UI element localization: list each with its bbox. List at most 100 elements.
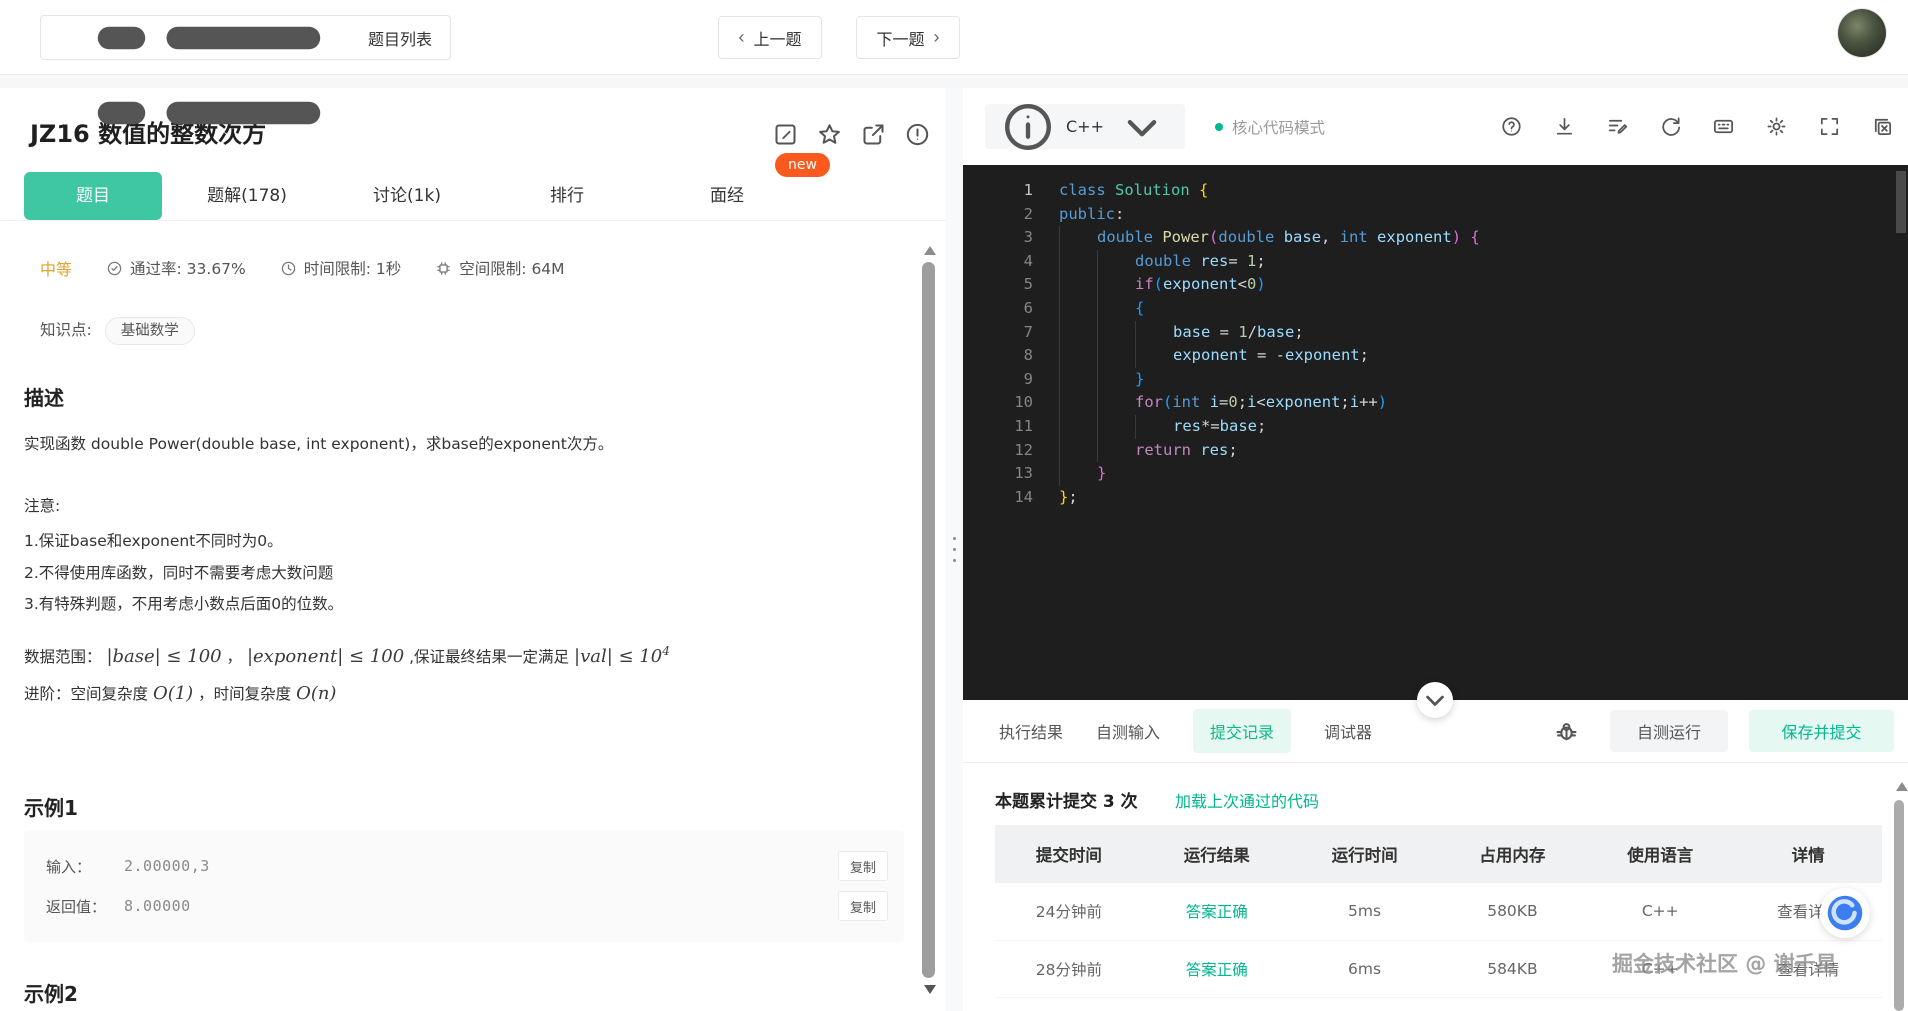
code-line-2: 2public: xyxy=(963,203,1908,227)
watermark-text: 掘金技术社区 @ 谢千星 xyxy=(1612,948,1837,978)
code-token: i xyxy=(1247,391,1256,415)
code-line-9: 9} xyxy=(963,368,1908,392)
collapse-editor-button[interactable] xyxy=(1417,682,1453,718)
math-text: O(n) xyxy=(296,683,336,704)
fullscreen-icon[interactable] xyxy=(1818,115,1841,138)
knowledge-tag[interactable]: 基础数学 xyxy=(105,317,195,345)
save-and-submit-button[interactable]: 保存并提交 xyxy=(1749,710,1894,752)
math-text: 4 xyxy=(662,646,670,667)
share-icon[interactable] xyxy=(860,121,887,148)
problem-panel: JZ16 数值的整数次方 new 题目题解(178)讨论(1k)排行面经 中等 … xyxy=(0,88,946,1011)
problem-tab-4[interactable]: 面经 xyxy=(652,172,802,220)
code-line-5: 5if(exponent<0) xyxy=(963,273,1908,297)
code-token: } xyxy=(1097,462,1106,486)
assistant-logo-button[interactable] xyxy=(1820,888,1870,938)
indent-guide xyxy=(1097,391,1135,415)
language-select[interactable]: C++ xyxy=(985,104,1185,149)
code-token: exponent xyxy=(1377,226,1452,250)
shortcut-icon[interactable] xyxy=(1712,115,1735,138)
advance-line: 进阶：空间复杂度 O(1) ，时间复杂度 O(n) xyxy=(24,682,336,704)
edit-icon[interactable] xyxy=(772,121,799,148)
download-icon[interactable] xyxy=(1553,115,1576,138)
console-tab-3[interactable]: 调试器 xyxy=(1324,719,1372,743)
load-last-passed-link[interactable]: 加载上次通过的代码 xyxy=(1175,788,1319,812)
chevron-down-icon xyxy=(1113,98,1171,156)
console-tab-1[interactable]: 自测输入 xyxy=(1096,719,1160,743)
note-heading: 注意: xyxy=(24,494,60,516)
editor-header: C++ 核心代码模式 xyxy=(963,88,1908,165)
help-icon[interactable] xyxy=(1500,115,1523,138)
line-number: 8 xyxy=(963,344,1059,368)
knowledge-label: 知识点: xyxy=(40,318,92,340)
user-avatar[interactable] xyxy=(1838,9,1886,57)
code-editor[interactable]: 1class Solution {2public:3double Power(d… xyxy=(963,165,1908,700)
copy-button[interactable]: 复制 xyxy=(838,891,888,921)
note-item: 2.不得使用库函数，同时不需要考虑大数问题 xyxy=(24,558,343,590)
table-cell: 584KB xyxy=(1438,940,1586,997)
indent-guide xyxy=(1097,415,1135,439)
code-token: double xyxy=(1218,226,1274,250)
line-number: 14 xyxy=(963,486,1059,510)
refresh-icon[interactable] xyxy=(1659,115,1682,138)
code-token: = - xyxy=(1248,344,1285,368)
star-icon[interactable] xyxy=(816,121,843,148)
code-token: res xyxy=(1173,415,1201,439)
app-root: 题目列表 ‹ 上一题 下一题 › JZ16 数值的整数次方 new 题目题解(1… xyxy=(0,0,1908,1011)
code-token: , xyxy=(1321,226,1340,250)
check-circle-icon xyxy=(106,260,123,277)
indent-guide xyxy=(1135,344,1173,368)
problem-tab-3[interactable]: 排行 xyxy=(492,172,642,220)
editor-scrollbar-thumb[interactable] xyxy=(1896,171,1906,233)
records-scrollbar-thumb[interactable] xyxy=(1894,800,1904,1011)
next-problem-button[interactable]: 下一题 › xyxy=(856,16,960,59)
code-token: base xyxy=(1173,321,1210,345)
code-token xyxy=(1368,226,1377,250)
code-token: ; xyxy=(1238,391,1247,415)
code-token: base xyxy=(1284,226,1321,250)
example-row-1: 返回值：8.00000复制 xyxy=(46,886,888,926)
line-number: 11 xyxy=(963,415,1059,439)
note-item: 3.有特殊判题，不用考虑小数点后面0的位数。 xyxy=(24,589,343,621)
code-token: base xyxy=(1220,415,1257,439)
example-row-label: 返回值： xyxy=(46,896,124,917)
code-token: exponent xyxy=(1285,344,1360,368)
code-token xyxy=(1461,226,1470,250)
problem-list-button[interactable]: 题目列表 xyxy=(40,15,451,60)
records-scrollbar-up[interactable] xyxy=(1896,782,1908,791)
panel-resize-handle[interactable] xyxy=(946,88,963,1011)
draft-icon[interactable] xyxy=(1606,115,1629,138)
close-editor-icon[interactable] xyxy=(1871,115,1894,138)
table-cell: 5ms xyxy=(1291,883,1439,940)
left-scrollbar-down[interactable] xyxy=(924,985,936,994)
example-row-0: 输入：2.00000,3复制 xyxy=(46,846,888,886)
code-token: if xyxy=(1135,273,1154,297)
self-test-run-button[interactable]: 自测运行 xyxy=(1610,710,1728,752)
console-tab-2[interactable]: 提交记录 xyxy=(1193,709,1291,753)
left-scrollbar-up[interactable] xyxy=(924,246,936,255)
prev-problem-button[interactable]: ‹ 上一题 xyxy=(718,16,822,59)
code-token: i xyxy=(1210,391,1219,415)
code-token: } xyxy=(1059,486,1068,510)
table-header-cell: 详情 xyxy=(1734,825,1882,883)
left-scrollbar-thumb[interactable] xyxy=(922,262,935,978)
code-token xyxy=(1191,439,1200,463)
settings-icon[interactable] xyxy=(1765,115,1788,138)
code-line-11: 11res*=base; xyxy=(963,415,1908,439)
time-limit: 时间限制: 1秒 xyxy=(280,257,402,279)
copy-button[interactable]: 复制 xyxy=(838,851,888,881)
code-token: Solution xyxy=(1115,179,1190,203)
code-token: 1 xyxy=(1247,250,1256,274)
editor-panel: C++ 核心代码模式 1class Solution {2public:3dou… xyxy=(963,88,1908,1011)
code-line-14: 14}; xyxy=(963,486,1908,510)
report-icon[interactable] xyxy=(904,121,931,148)
difficulty-badge: 中等 xyxy=(40,256,72,280)
code-token: { xyxy=(1199,179,1208,203)
code-token: exponent xyxy=(1266,391,1341,415)
plain-text: 数据范围： xyxy=(24,648,106,666)
code-line-1: 1class Solution { xyxy=(963,179,1908,203)
bug-icon[interactable] xyxy=(1553,718,1580,745)
table-header-cell: 运行结果 xyxy=(1143,825,1291,883)
console-tab-0[interactable]: 执行结果 xyxy=(999,719,1063,743)
example-row-value: 8.00000 xyxy=(124,897,838,915)
table-header-cell: 占用内存 xyxy=(1438,825,1586,883)
